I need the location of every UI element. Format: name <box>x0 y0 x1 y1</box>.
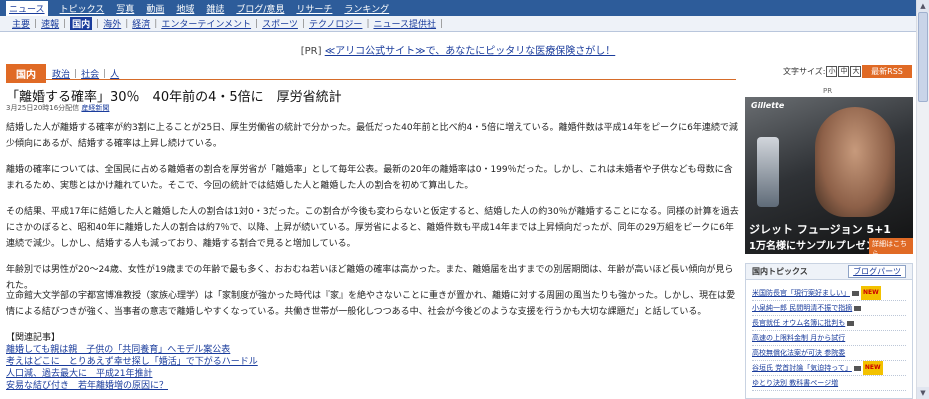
topic-link[interactable]: 米国防長官「現行案好ましい」 <box>752 289 850 297</box>
subnav-flash[interactable]: 速報 <box>41 17 59 30</box>
camera-icon <box>853 365 861 371</box>
topics-header: 国内トピックス ブログパーツ <box>746 264 912 280</box>
topnav-topics[interactable]: トピックス <box>60 2 105 15</box>
subnav-world[interactable]: 海外 <box>103 17 121 30</box>
new-badge: NEW <box>862 361 883 375</box>
subnav-technology[interactable]: テクノロジー <box>309 17 362 30</box>
subnav-sports[interactable]: スポーツ <box>262 17 298 30</box>
vertical-scrollbar[interactable]: ▲ ▼ <box>916 0 929 399</box>
blog-parts-link[interactable]: ブログパーツ <box>848 265 906 278</box>
article-paragraph: 離婚の確率については、全国民に占める離婚者の割合を厚労省が「離婚率」として毎年公… <box>6 165 733 191</box>
topic-item: ゆとり決別 教科書ページ増 <box>752 376 906 391</box>
topnav-photos[interactable]: 写真 <box>116 2 134 15</box>
related-link[interactable]: 考えはどこに とりあえず幸せ探し「婚活」で下がるハードル <box>6 356 258 368</box>
topnav-magazine[interactable]: 雑誌 <box>206 2 224 15</box>
scroll-down-arrow-icon[interactable]: ▼ <box>917 387 929 399</box>
rss-button[interactable]: 最新RSS <box>862 65 912 78</box>
camera-icon <box>847 320 855 326</box>
scroll-thumb[interactable] <box>918 12 928 102</box>
topic-link[interactable]: 谷垣氏 党首討論「気迫持って」 <box>752 364 852 372</box>
ad-subline: 1万名様にサンプルプレゼント <box>749 241 886 252</box>
new-badge: NEW <box>861 286 881 300</box>
subnav-main[interactable]: 主要 <box>12 17 30 30</box>
scroll-up-arrow-icon[interactable]: ▲ <box>917 0 929 12</box>
article-paragraph: 立命館大文学部の宇都宮博准教授（家族心理学）は「家制度が強かった時代は『家』を絶… <box>6 291 736 317</box>
subnav-providers[interactable]: ニュース提供社 <box>373 17 436 30</box>
article-dateline: 3月25日20時16分配信 産経新聞 <box>6 103 109 113</box>
font-medium-button[interactable]: 中 <box>838 66 850 77</box>
topic-link[interactable]: ゆとり決別 教科書ページ増 <box>752 379 838 387</box>
font-large-button[interactable]: 大 <box>850 66 862 77</box>
ad-brand: Gillette <box>751 101 785 110</box>
topic-item: 長官就任 オウム名簿に批判も <box>752 316 906 331</box>
ad-model-photo <box>815 107 895 217</box>
category-row: 国内 政治 | 社会 | 人 <box>6 64 119 83</box>
subnav-entertainment[interactable]: エンターテインメント <box>161 17 251 30</box>
topnav-blog[interactable]: ブログ/意見 <box>236 2 284 15</box>
article-paragraph: 結婚した人が離婚する確率が約3割に上ることが25日、厚生労働省の統計で分かった。… <box>6 123 738 149</box>
sidebar-pr-label: PR <box>823 87 833 95</box>
related-link[interactable]: 人口減、過去最大に 平成21年推計 <box>6 368 258 380</box>
article-date: 3月25日20時16分配信 <box>6 104 80 112</box>
article-paragraph: その結果、平成17年に結婚した人と離婚した人の割合は1対0・3だった。この割合が… <box>6 207 739 249</box>
topnav-news[interactable]: ニュース <box>6 0 48 16</box>
related-list: 離婚しても親は親 子供の「共同養育」へモデル案公表 考えはどこに とりあえず幸せ… <box>6 344 258 392</box>
pr-banner: [PR] ≪アリコ公式サイト≫で、あなたにピッタリな医療保険さがし！ <box>0 42 916 57</box>
category-divider <box>6 79 736 80</box>
topic-item: 高校無償化法案が可決 参院委 <box>752 346 906 361</box>
ad-detail-button[interactable]: 詳細はこちら <box>869 238 913 254</box>
topnav-video[interactable]: 動画 <box>146 2 164 15</box>
topics-list: 米国防長官「現行案好ましい」 NEW 小泉純一郎 民間明清不振で指摘 長官就任 オ… <box>746 280 912 391</box>
topic-item: 谷垣氏 党首討論「気迫持って」 NEW <box>752 361 906 376</box>
topics-heading: 国内トピックス <box>752 267 808 276</box>
font-size-control: 文字サイズ: 小 中 大 <box>783 66 862 77</box>
camera-icon <box>852 290 859 296</box>
razor-icon <box>757 137 779 207</box>
topic-link[interactable]: 長官就任 オウム名簿に批判も <box>752 319 845 327</box>
topnav-research[interactable]: リサーチ <box>296 2 332 15</box>
camera-icon <box>854 305 862 311</box>
subnav-domestic[interactable]: 国内 <box>70 17 93 30</box>
related-heading: 【関連記事】 <box>6 333 61 343</box>
top-nav: ニュース トピックス 写真 動画 地域 雑誌 ブログ/意見 リサーチ ランキング <box>0 0 916 16</box>
ad-headline: ジレット フュージョン 5+1 <box>749 223 891 236</box>
article-source[interactable]: 産経新聞 <box>81 104 109 112</box>
category-badge: 国内 <box>6 64 46 83</box>
topnav-local[interactable]: 地域 <box>176 2 194 15</box>
sub-nav: 主要 | 速報 | 国内 | 海外 | 経済 | エンターテインメント | スポーツ | テク… <box>0 16 916 32</box>
subnav-economy[interactable]: 経済 <box>132 17 150 30</box>
topic-link[interactable]: 小泉純一郎 民間明清不振で指摘 <box>752 304 852 312</box>
topic-item: 米国防長官「現行案好ましい」 NEW <box>752 286 906 301</box>
font-size-label: 文字サイズ: <box>783 67 826 76</box>
gillette-ad[interactable]: Gillette ジレット フュージョン 5+1 1万名様にサンプルプレゼント … <box>745 97 913 254</box>
font-small-button[interactable]: 小 <box>826 66 838 77</box>
related-link[interactable]: 離婚しても親は親 子供の「共同養育」へモデル案公表 <box>6 344 258 356</box>
topic-item: 高速の上限料金制 月から試行 <box>752 331 906 346</box>
related-link[interactable]: 安易な結び付き 若年離婚増の原因に？ <box>6 380 258 392</box>
topic-link[interactable]: 高速の上限料金制 月から試行 <box>752 334 845 342</box>
pr-link[interactable]: ≪アリコ公式サイト≫で、あなたにピッタリな医療保険さがし！ <box>325 46 616 57</box>
topics-box: 国内トピックス ブログパーツ 米国防長官「現行案好ましい」 NEW 小泉純一郎 民… <box>745 263 913 399</box>
topnav-ranking[interactable]: ランキング <box>344 2 389 15</box>
pr-label: [PR] <box>300 46 322 57</box>
topic-link[interactable]: 高校無償化法案が可決 参院委 <box>752 349 845 357</box>
topic-item: 小泉純一郎 民間明清不振で指摘 <box>752 301 906 316</box>
